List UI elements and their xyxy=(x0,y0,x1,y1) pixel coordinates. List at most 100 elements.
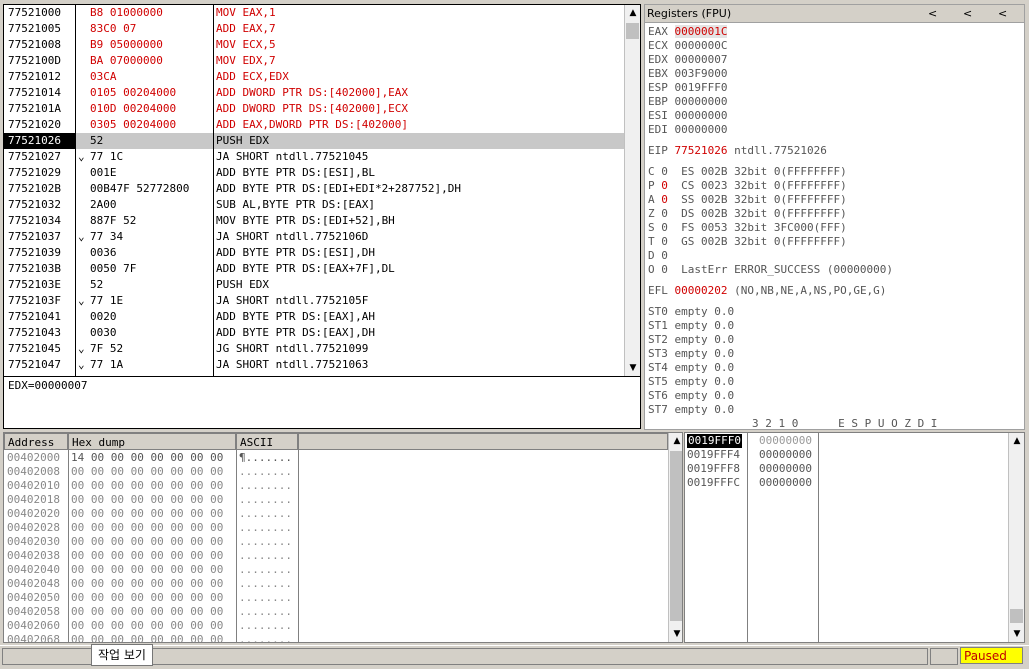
memory-dump-pane[interactable]: Address Hex dump ASCII 00402000 14 00 00 … xyxy=(3,432,683,643)
disassembly-row[interactable]: 77521014 0105 00204000 ADD DWORD PTR DS:[4… xyxy=(4,85,626,101)
scroll-down-icon[interactable]: ▼ xyxy=(625,360,640,376)
fpu-register-row[interactable]: ST3 empty 0.0 xyxy=(648,347,734,361)
scroll-down-icon[interactable]: ▼ xyxy=(669,626,682,642)
disassembly-row[interactable]: 77521032 2A00 SUB AL,BYTE PTR DS:[EAX] xyxy=(4,197,626,213)
scroll-up-icon[interactable]: ▲ xyxy=(669,433,682,449)
dump-row[interactable]: 00402050 00 00 00 00 00 00 00 00........ xyxy=(4,591,668,605)
stack-row[interactable]: 0019FFF4 00000000 xyxy=(685,448,1007,462)
dump-row[interactable]: 00402038 00 00 00 00 00 00 00 00........ xyxy=(4,549,668,563)
registers-pane[interactable]: Registers (FPU) < < < EAX 0000001C ECX 00… xyxy=(644,4,1025,430)
register-row[interactable]: EBX 003F9000 xyxy=(648,67,727,81)
disassembly-row[interactable]: 7752102B 00B47F 52772800 ADD BYTE PTR DS:[… xyxy=(4,181,626,197)
arrow-left-icon[interactable]: < xyxy=(928,7,937,20)
flag-row[interactable]: O 0 LastErr ERROR_SUCCESS (00000000) xyxy=(648,263,893,277)
flag-row[interactable]: A 0 SS 002B 32bit 0(FFFFFFFF) xyxy=(648,193,847,207)
register-row[interactable]: ECX 0000000C xyxy=(648,39,727,53)
flag-value[interactable]: 0 xyxy=(661,221,668,234)
stack-row[interactable]: 0019FFFC 00000000 xyxy=(685,476,1007,490)
register-row[interactable]: ESP 0019FFF0 xyxy=(648,81,727,95)
dump-row[interactable]: 00402040 00 00 00 00 00 00 00 00........ xyxy=(4,563,668,577)
scroll-up-icon[interactable]: ▲ xyxy=(1009,433,1024,449)
disassembly-row[interactable]: 77521039 0036 ADD BYTE PTR DS:[ESI],DH xyxy=(4,245,626,261)
register-value[interactable]: 0019FFF0 xyxy=(675,81,728,94)
disassembly-row[interactable]: 77521041 0020 ADD BYTE PTR DS:[EAX],AH xyxy=(4,309,626,325)
scroll-up-icon[interactable]: ▲ xyxy=(625,5,640,21)
disassembly-row[interactable]: 7752103F ⌄ 77 1E JA SHORT ntdll.7752105F xyxy=(4,293,626,309)
disassembly-row[interactable]: 77521029 001E ADD BYTE PTR DS:[ESI],BL xyxy=(4,165,626,181)
register-value[interactable]: 00000000 xyxy=(675,109,728,122)
disassembly-row[interactable]: 77521037 ⌄ 77 34 JA SHORT ntdll.7752106D xyxy=(4,229,626,245)
dump-row[interactable]: 00402008 00 00 00 00 00 00 00 00........ xyxy=(4,465,668,479)
disassembly-row[interactable]: 77521012 03CA ADD ECX,EDX xyxy=(4,69,626,85)
flag-value[interactable]: 0 xyxy=(661,207,668,220)
register-row[interactable]: EAX 0000001C xyxy=(648,25,728,39)
register-value[interactable]: 003F9000 xyxy=(675,67,728,80)
flag-row[interactable]: T 0 GS 002B 32bit 0(FFFFFFFF) xyxy=(648,235,847,249)
dump-row[interactable]: 00402060 00 00 00 00 00 00 00 00........ xyxy=(4,619,668,633)
scroll-thumb[interactable] xyxy=(1010,609,1023,623)
efl-row[interactable]: EFL 00000202 (NO,NB,NE,A,NS,PO,GE,G) xyxy=(648,284,886,298)
disassembly-row[interactable]: 7752100D BA 07000000 MOV EDX,7 xyxy=(4,53,626,69)
flag-value[interactable]: 0 xyxy=(661,165,668,178)
fpu-register-row[interactable]: ST1 empty 0.0 xyxy=(648,319,734,333)
fpu-register-row[interactable]: ST6 empty 0.0 xyxy=(648,389,734,403)
flag-row[interactable]: P 0 CS 0023 32bit 0(FFFFFFFF) xyxy=(648,179,847,193)
register-value[interactable]: 00000007 xyxy=(675,53,728,66)
dump-row[interactable]: 00402030 00 00 00 00 00 00 00 00........ xyxy=(4,535,668,549)
dump-header-address[interactable]: Address xyxy=(4,433,68,450)
dump-row[interactable]: 00402010 00 00 00 00 00 00 00 00........ xyxy=(4,479,668,493)
stack-row[interactable]: 0019FFF8 00000000 xyxy=(685,462,1007,476)
scroll-thumb[interactable] xyxy=(626,23,639,39)
dump-scrollbar[interactable]: ▲ ▼ xyxy=(668,433,682,642)
arrow-left-icon[interactable]: < xyxy=(963,7,972,20)
flag-row[interactable]: S 0 FS 0053 32bit 3FC000(FFF) xyxy=(648,221,847,235)
flag-row[interactable]: D 0 xyxy=(648,249,681,263)
register-value[interactable]: 0000000C xyxy=(675,39,728,52)
disassembly-row[interactable]: 77521008 B9 05000000 MOV ECX,5 xyxy=(4,37,626,53)
fpu-register-row[interactable]: ST5 empty 0.0 xyxy=(648,375,734,389)
disassembly-row[interactable]: 7752103E 52 PUSH EDX xyxy=(4,277,626,293)
fpu-register-row[interactable]: ST4 empty 0.0 xyxy=(648,361,734,375)
disassembly-row[interactable]: 77521027 ⌄ 77 1C JA SHORT ntdll.77521045 xyxy=(4,149,626,165)
arrow-left-icon[interactable]: < xyxy=(998,7,1007,20)
disassembly-row[interactable]: 77521026 52 PUSH EDX xyxy=(4,133,626,149)
disassembly-row[interactable]: 77521045 ⌄ 7F 52 JG SHORT ntdll.77521099 xyxy=(4,341,626,357)
disassembly-row[interactable]: 77521005 83C0 07 ADD EAX,7 xyxy=(4,21,626,37)
flag-value[interactable]: 0 xyxy=(661,179,668,192)
dump-header-ascii[interactable]: ASCII xyxy=(236,433,298,450)
fpu-register-row[interactable]: ST2 empty 0.0 xyxy=(648,333,734,347)
stack-row[interactable]: 0019FFF0 00000000 xyxy=(685,434,1007,448)
register-value[interactable]: 00000000 xyxy=(675,95,728,108)
stack-pane[interactable]: 0019FFF0 00000000 0019FFF4 00000000 0019FFF8… xyxy=(684,432,1025,643)
dump-header-hex[interactable]: Hex dump xyxy=(68,433,236,450)
register-row[interactable]: ESI 00000000 xyxy=(648,109,727,123)
register-row[interactable]: EBP 00000000 xyxy=(648,95,727,109)
disassembly-pane[interactable]: 77521000 B8 01000000 MOV EAX,1 77521005 83C0… xyxy=(3,4,641,377)
register-value[interactable]: 00000000 xyxy=(675,123,728,136)
register-value[interactable]: 00000202 xyxy=(675,284,728,297)
register-row[interactable]: EDI 00000000 xyxy=(648,123,727,137)
fpu-register-row[interactable]: ST7 empty 0.0 xyxy=(648,403,734,417)
stack-scrollbar[interactable]: ▲ ▼ xyxy=(1008,433,1024,642)
register-value[interactable]: 0000001C xyxy=(674,25,728,38)
flag-row[interactable]: C 0 ES 002B 32bit 0(FFFFFFFF) xyxy=(648,165,847,179)
disassembly-row[interactable]: 77521020 0305 00204000 ADD EAX,DWORD PTR D… xyxy=(4,117,626,133)
eip-row[interactable]: EIP 77521026 ntdll.77521026 xyxy=(648,144,827,158)
register-value[interactable]: 77521026 xyxy=(675,144,728,157)
dump-row[interactable]: 00402018 00 00 00 00 00 00 00 00........ xyxy=(4,493,668,507)
disassembly-row[interactable]: 77521034 887F 52 MOV BYTE PTR DS:[EDI+52],… xyxy=(4,213,626,229)
fpu-register-row[interactable]: ST0 empty 0.0 xyxy=(648,305,734,319)
dump-row[interactable]: 00402020 00 00 00 00 00 00 00 00........ xyxy=(4,507,668,521)
flag-value[interactable]: 0 xyxy=(661,235,668,248)
flag-value[interactable]: 0 xyxy=(661,263,668,276)
disassembly-scrollbar[interactable]: ▲ ▼ xyxy=(624,5,640,376)
dump-row[interactable]: 00402058 00 00 00 00 00 00 00 00........ xyxy=(4,605,668,619)
disassembly-row[interactable]: 77521000 B8 01000000 MOV EAX,1 xyxy=(4,5,626,21)
flag-row[interactable]: Z 0 DS 002B 32bit 0(FFFFFFFF) xyxy=(648,207,847,221)
register-row[interactable]: EDX 00000007 xyxy=(648,53,727,67)
flag-value[interactable]: 0 xyxy=(661,193,668,206)
dump-row[interactable]: 00402028 00 00 00 00 00 00 00 00........ xyxy=(4,521,668,535)
flag-value[interactable]: 0 xyxy=(661,249,668,262)
dump-row[interactable]: 00402000 14 00 00 00 00 00 00 00 ¶....... xyxy=(4,451,668,465)
dump-row[interactable]: 00402048 00 00 00 00 00 00 00 00........ xyxy=(4,577,668,591)
